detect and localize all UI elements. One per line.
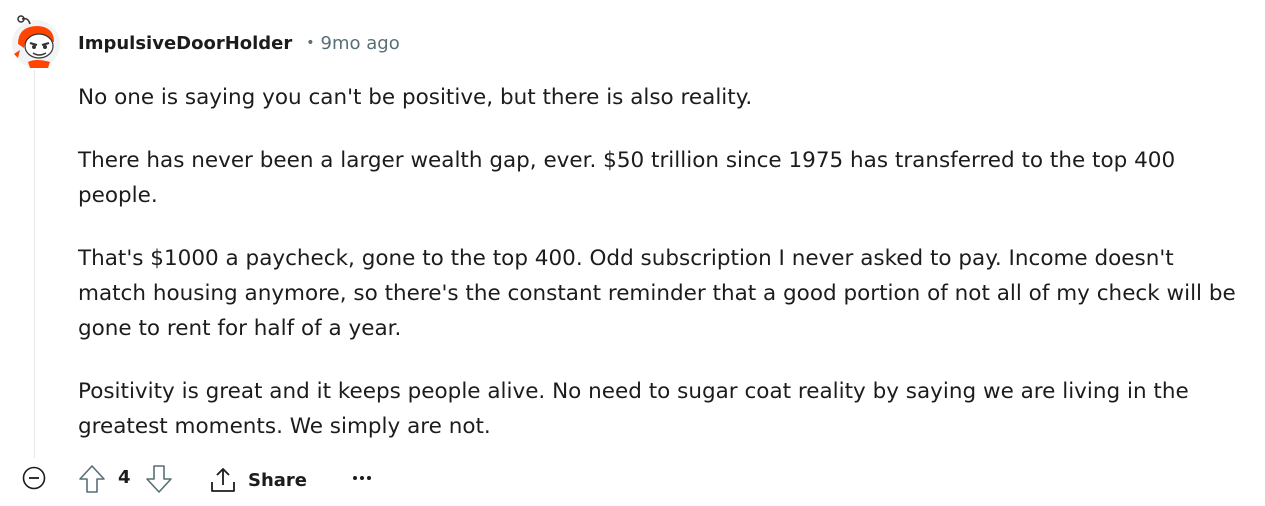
collapse-icon xyxy=(22,466,46,490)
share-icon xyxy=(211,468,235,492)
collapse-button[interactable] xyxy=(22,466,46,490)
avatar[interactable] xyxy=(8,14,64,70)
more-options-icon xyxy=(353,476,371,480)
more-options-button[interactable] xyxy=(350,466,374,490)
share-label: Share xyxy=(248,469,308,491)
comment-header: ImpulsiveDoorHolder • 9mo ago xyxy=(78,30,400,56)
snoo-avatar-icon xyxy=(12,15,60,68)
meta-separator: • xyxy=(306,35,315,51)
comment-paragraph: That's $1000 a paycheck, gone to the top… xyxy=(78,246,1236,341)
comment-body: No one is saying you can't be positive, … xyxy=(78,80,1238,472)
downvote-icon xyxy=(146,465,172,493)
vote-score: 4 xyxy=(118,467,131,488)
comment-timestamp[interactable]: 9mo ago xyxy=(321,33,400,54)
comment-paragraph: Positivity is great and it keeps people … xyxy=(78,379,1189,439)
author-username[interactable]: ImpulsiveDoorHolder xyxy=(78,33,292,54)
comment-action-bar: 4 Share xyxy=(0,458,1265,502)
upvote-button[interactable] xyxy=(78,464,106,494)
upvote-icon xyxy=(79,465,105,493)
comment-paragraph: There has never been a larger wealth gap… xyxy=(78,148,1176,208)
comment-paragraph: No one is saying you can't be positive, … xyxy=(78,85,753,110)
share-button[interactable]: Share xyxy=(208,462,307,498)
downvote-button[interactable] xyxy=(145,464,173,494)
thread-line xyxy=(34,70,35,458)
